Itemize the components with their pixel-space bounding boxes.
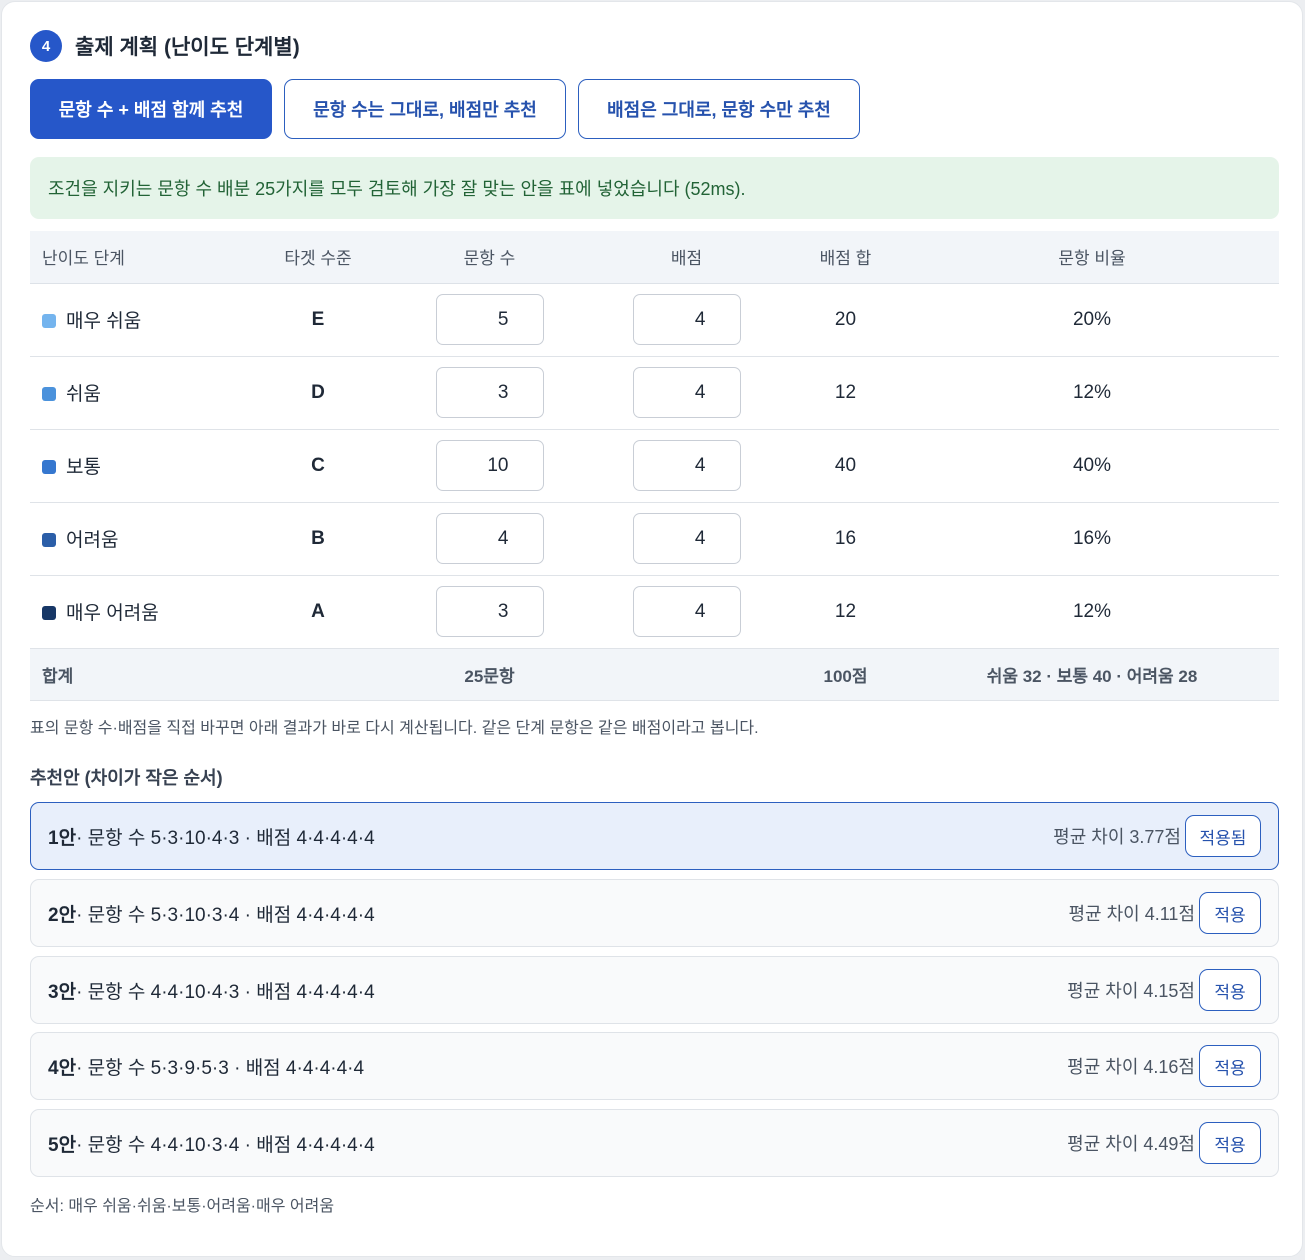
score-sum: 12 bbox=[786, 575, 905, 649]
score-sum: 12 bbox=[786, 356, 905, 430]
recommendation-diff: 평균 차이 4.11점 bbox=[1068, 904, 1196, 924]
mode-button-count-only[interactable]: 배점은 그대로, 문항 수만 추천 bbox=[578, 79, 860, 139]
apply-button[interactable]: 적용 bbox=[1199, 1122, 1261, 1164]
score-sum: 20 bbox=[786, 283, 905, 357]
apply-button[interactable]: 적용 bbox=[1199, 1045, 1261, 1087]
recommendation-item: 3안 · 문항 수 4·4·10·4·3 · 배점 4·4·4·4·4 평균 차… bbox=[30, 956, 1279, 1024]
order-note: 순서: 매우 쉬움·쉬움·보통·어려움·매우 어려움 bbox=[30, 1198, 335, 1215]
table-row: 매우 쉬움 E 5 4 20 20% bbox=[30, 283, 1279, 357]
section-header: 4 출제 계획 (난이도 단계별) bbox=[30, 30, 300, 62]
target-level: A bbox=[244, 575, 392, 649]
level-color-swatch bbox=[42, 606, 56, 620]
header-count: 문항 수 bbox=[392, 231, 587, 284]
score-input[interactable]: 4 bbox=[632, 294, 741, 345]
score-sum: 40 bbox=[786, 429, 905, 503]
table-help-note: 표의 문항 수·배점을 직접 바꾸면 아래 결과가 바로 다시 계산됩니다. 같… bbox=[30, 720, 759, 737]
count-input[interactable]: 5 bbox=[435, 294, 544, 345]
header-target: 타겟 수준 bbox=[244, 231, 392, 284]
count-input[interactable]: 10 bbox=[435, 440, 544, 491]
table-row: 쉬움 D 3 4 12 12% bbox=[30, 356, 1279, 430]
recommendation-diff: 평균 차이 4.49점 bbox=[1067, 1134, 1195, 1154]
table-header-row: 난이도 단계 타겟 수준 문항 수 배점 배점 합 문항 비율 bbox=[30, 231, 1279, 284]
recommendation-rank: 2안 bbox=[48, 904, 77, 926]
level-label: 매우 쉬움 bbox=[66, 311, 142, 332]
level-color-swatch bbox=[42, 460, 56, 474]
score-input[interactable]: 4 bbox=[632, 440, 741, 491]
applied-button[interactable]: 적용됨 bbox=[1185, 815, 1261, 857]
table-row: 매우 어려움 A 3 4 12 12% bbox=[30, 575, 1279, 649]
level-label: 매우 어려움 bbox=[66, 603, 159, 624]
footer-distribution: 쉬움 32 · 보통 40 · 어려움 28 bbox=[905, 648, 1279, 701]
recommendation-desc: · 문항 수 5·3·9·5·3 · 배점 4·4·4·4·4 bbox=[76, 1057, 365, 1079]
success-notice: 조건을 지키는 문항 수 배분 25가지를 모두 검토해 가장 잘 맞는 안을 … bbox=[30, 157, 1279, 219]
apply-button[interactable]: 적용 bbox=[1199, 969, 1261, 1011]
recommendation-rank: 3안 bbox=[48, 981, 77, 1003]
table-footer-row: 합계 25문항 100점 쉬움 32 · 보통 40 · 어려움 28 bbox=[30, 648, 1279, 701]
level-label: 어려움 bbox=[66, 530, 119, 551]
table-row: 보통 C 10 4 40 40% bbox=[30, 429, 1279, 503]
level-color-swatch bbox=[42, 314, 56, 328]
level-color-swatch bbox=[42, 533, 56, 547]
target-level: B bbox=[244, 502, 392, 576]
target-level: E bbox=[244, 283, 392, 357]
apply-button[interactable]: 적용 bbox=[1199, 892, 1261, 934]
recommendation-desc: · 문항 수 4·4·10·3·4 · 배점 4·4·4·4·4 bbox=[76, 1134, 375, 1156]
section-title: 출제 계획 (난이도 단계별) bbox=[75, 36, 300, 59]
level-color-swatch bbox=[42, 387, 56, 401]
score-input[interactable]: 4 bbox=[632, 367, 741, 418]
recommendations-title: 추천안 (차이가 작은 순서) bbox=[30, 768, 223, 788]
recommendation-rank: 4안 bbox=[48, 1057, 77, 1079]
target-level: D bbox=[244, 356, 392, 430]
footer-label: 합계 bbox=[30, 648, 244, 701]
count-ratio: 16% bbox=[905, 502, 1279, 576]
recommendation-rank: 1안 bbox=[48, 827, 77, 849]
header-sum: 배점 합 bbox=[786, 231, 905, 284]
recommendation-desc: · 문항 수 5·3·10·3·4 · 배점 4·4·4·4·4 bbox=[76, 904, 375, 926]
mode-selector: 문항 수 + 배점 함께 추천 문항 수는 그대로, 배점만 추천 배점은 그대… bbox=[30, 79, 872, 139]
count-input[interactable]: 4 bbox=[435, 513, 544, 564]
level-label: 쉬움 bbox=[66, 384, 101, 405]
header-score: 배점 bbox=[587, 231, 786, 284]
count-ratio: 12% bbox=[905, 356, 1279, 430]
header-ratio: 문항 비율 bbox=[905, 231, 1279, 284]
plan-table: 난이도 단계 타겟 수준 문항 수 배점 배점 합 문항 비율 매우 쉬움 E … bbox=[30, 231, 1279, 701]
step-badge: 4 bbox=[30, 30, 62, 62]
recommendation-diff: 평균 차이 3.77점 bbox=[1053, 827, 1181, 847]
count-ratio: 12% bbox=[905, 575, 1279, 649]
score-input[interactable]: 4 bbox=[632, 586, 741, 637]
recommendation-item: 2안 · 문항 수 5·3·10·3·4 · 배점 4·4·4·4·4 평균 차… bbox=[30, 879, 1279, 947]
footer-sum-total: 100점 bbox=[786, 648, 905, 701]
recommendation-item: 1안 · 문항 수 5·3·10·4·3 · 배점 4·4·4·4·4 평균 차… bbox=[30, 802, 1279, 870]
recommendation-diff: 평균 차이 4.16점 bbox=[1067, 1057, 1195, 1077]
target-level: C bbox=[244, 429, 392, 503]
table-row: 어려움 B 4 4 16 16% bbox=[30, 502, 1279, 576]
score-input[interactable]: 4 bbox=[632, 513, 741, 564]
recommendation-item: 5안 · 문항 수 4·4·10·3·4 · 배점 4·4·4·4·4 평균 차… bbox=[30, 1109, 1279, 1177]
recommendation-rank: 5안 bbox=[48, 1134, 77, 1156]
exam-plan-card: 4 출제 계획 (난이도 단계별) 문항 수 + 배점 함께 추천 문항 수는 … bbox=[1, 1, 1303, 1257]
recommendation-desc: · 문항 수 5·3·10·4·3 · 배점 4·4·4·4·4 bbox=[76, 827, 375, 849]
mode-button-score-only[interactable]: 문항 수는 그대로, 배점만 추천 bbox=[284, 79, 566, 139]
mode-button-count-and-score[interactable]: 문항 수 + 배점 함께 추천 bbox=[30, 79, 272, 139]
recommendation-item: 4안 · 문항 수 5·3·9·5·3 · 배점 4·4·4·4·4 평균 차이… bbox=[30, 1032, 1279, 1100]
footer-count-total: 25문항 bbox=[392, 648, 587, 701]
count-input[interactable]: 3 bbox=[435, 586, 544, 637]
recommendation-diff: 평균 차이 4.15점 bbox=[1067, 981, 1195, 1001]
count-input[interactable]: 3 bbox=[435, 367, 544, 418]
level-label: 보통 bbox=[66, 457, 101, 478]
score-sum: 16 bbox=[786, 502, 905, 576]
header-level: 난이도 단계 bbox=[30, 231, 244, 284]
count-ratio: 40% bbox=[905, 429, 1279, 503]
recommendation-desc: · 문항 수 4·4·10·4·3 · 배점 4·4·4·4·4 bbox=[76, 981, 375, 1003]
count-ratio: 20% bbox=[905, 283, 1279, 357]
